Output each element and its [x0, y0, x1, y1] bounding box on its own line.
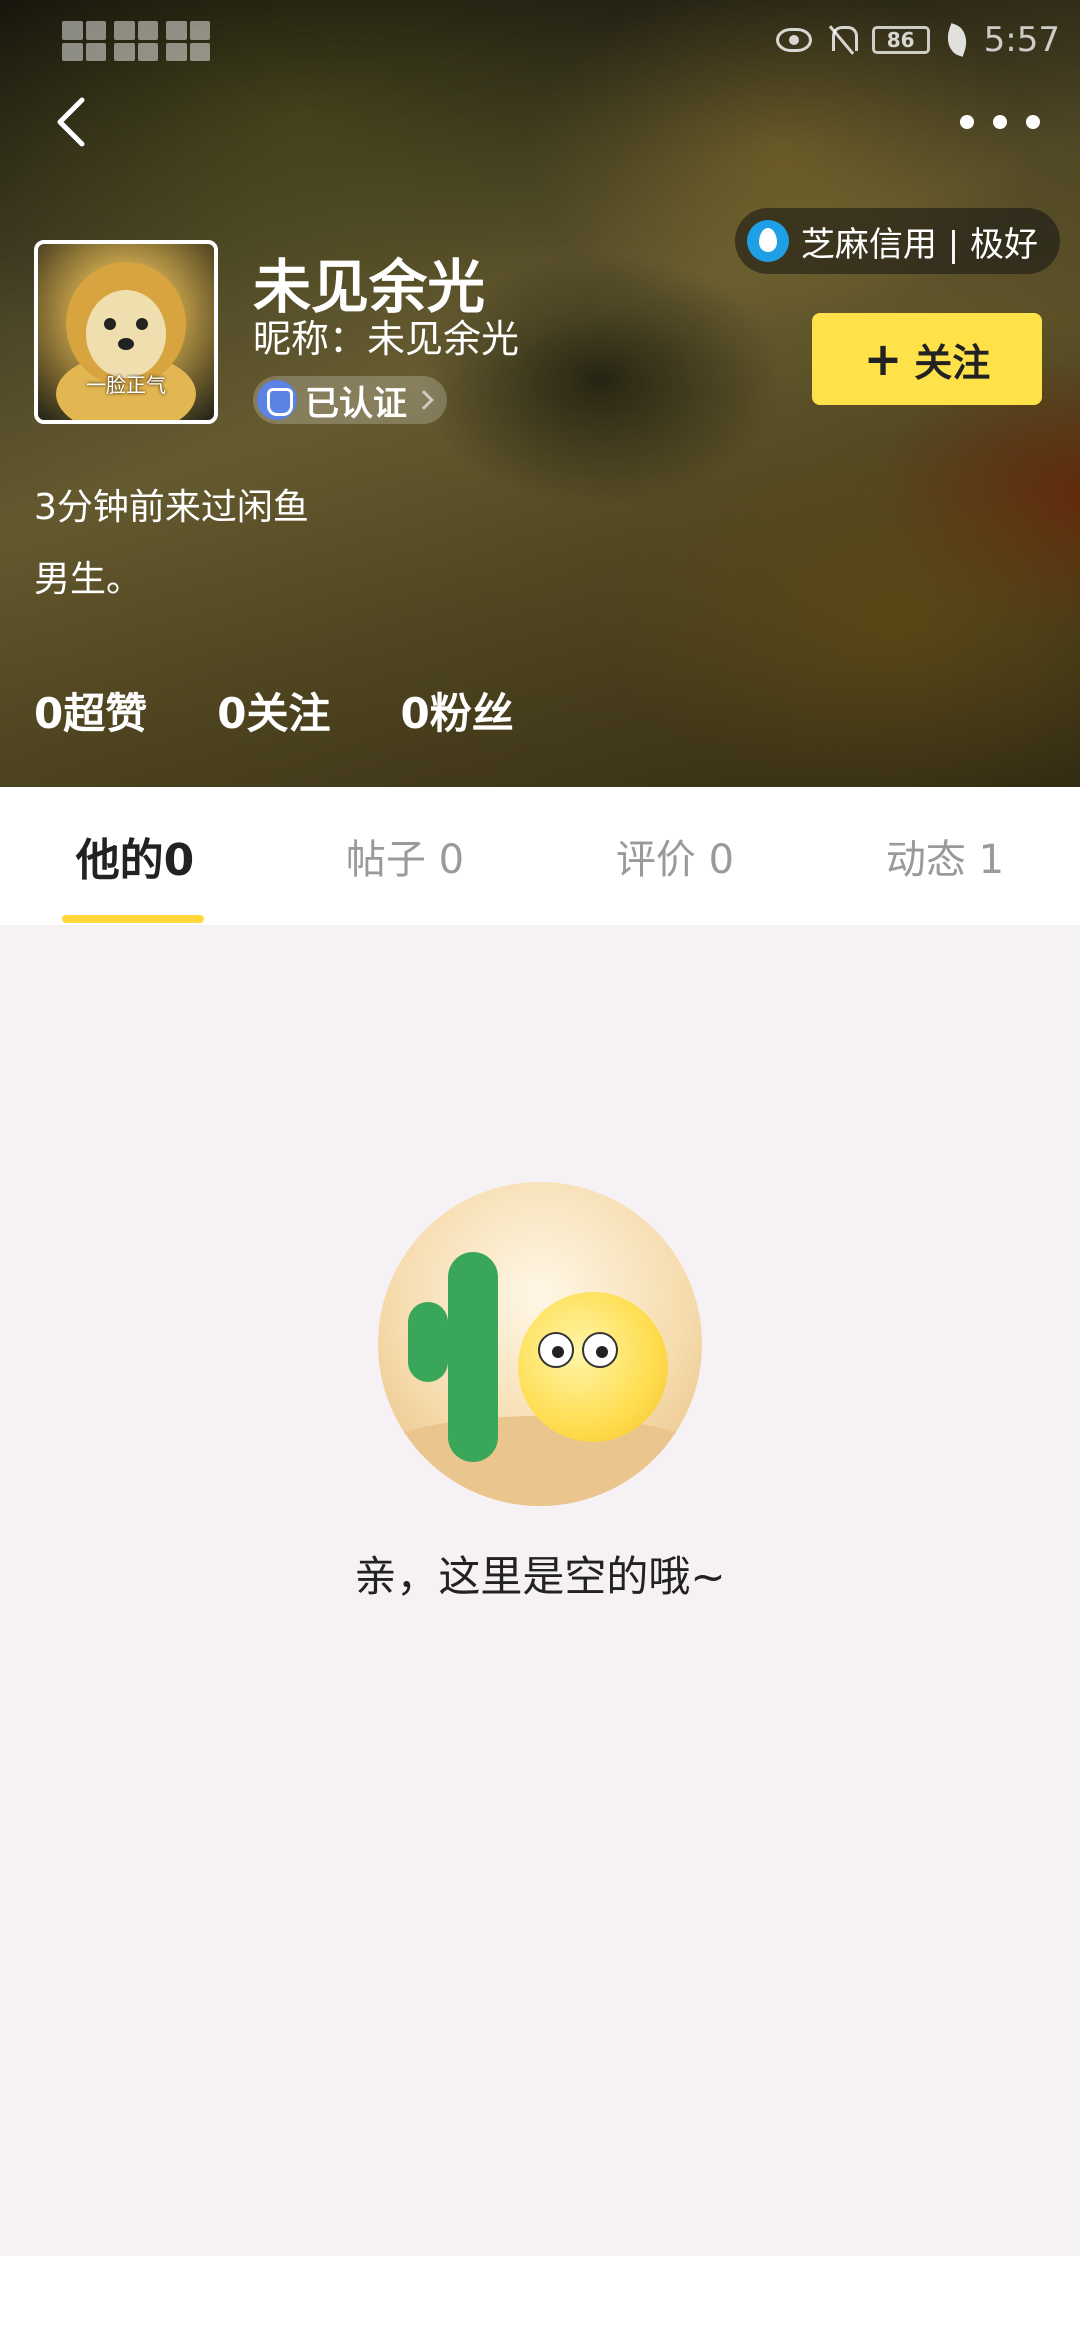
sesame-credit-pill[interactable]: 芝麻信用 | 极好	[734, 208, 1060, 274]
fish-eye-right	[582, 1332, 618, 1368]
signal-icons	[62, 16, 272, 66]
tab-reviews[interactable]: 评价 0	[540, 787, 810, 925]
tab-label: 评价 0	[615, 837, 735, 883]
stat-following[interactable]: 0关注	[217, 680, 330, 741]
tab-his-items[interactable]: 他的0	[0, 787, 270, 925]
chevron-left-icon[interactable]	[44, 92, 104, 152]
tab-label: 帖子 0	[345, 837, 465, 883]
verified-label: 已认证	[305, 383, 407, 424]
sand-shape	[378, 1416, 702, 1506]
bottom-bar	[0, 2256, 1080, 2340]
sesame-credit-icon	[746, 220, 789, 262]
profile-stats: 0超赞 0关注 0粉丝	[34, 680, 514, 741]
stat-followers[interactable]: 0粉丝	[400, 680, 513, 741]
tab-posts[interactable]: 帖子 0	[270, 787, 540, 925]
follow-button[interactable]: + 关注	[812, 313, 1042, 405]
tab-activity[interactable]: 动态 1	[810, 787, 1080, 925]
empty-state-message: 亲，这里是空的哦~	[354, 1552, 726, 1601]
fish-eye-left	[538, 1332, 574, 1368]
fish-shape	[518, 1292, 668, 1442]
avatar[interactable]: 一脸正气	[34, 240, 218, 424]
verified-badge[interactable]: 已认证	[253, 376, 447, 424]
avatar-caption: 一脸正气	[86, 373, 166, 397]
cactus-arm-shape	[408, 1302, 448, 1382]
stat-likes[interactable]: 0超赞	[34, 680, 147, 741]
verified-shield-icon	[257, 380, 297, 420]
bell-off-icon	[828, 24, 858, 56]
profile-tabs: 他的0 帖子 0 评价 0 动态 1	[0, 787, 1080, 925]
credit-label: 芝麻信用 | 极好	[800, 224, 1038, 265]
tab-indicator	[62, 915, 204, 923]
status-right: 86 5:57	[775, 14, 1060, 66]
plus-icon: +	[863, 332, 903, 386]
eye-icon	[775, 28, 812, 52]
status-bar: 86 5:57	[0, 0, 1080, 80]
status-time: 5:57	[983, 20, 1060, 60]
bio-text: 男生。	[34, 559, 143, 600]
battery-icon: 86	[871, 26, 930, 54]
wifi-icon	[166, 21, 210, 61]
tab-label: 他的0	[75, 835, 195, 886]
last-visit-text: 3分钟前来过闲鱼	[34, 487, 309, 528]
fish-cactus-illustration	[378, 1182, 702, 1506]
signal-icon	[62, 21, 106, 61]
signal-icon-2	[114, 21, 158, 61]
follow-label: 关注	[914, 340, 991, 385]
chevron-right-icon	[414, 390, 434, 410]
profile-nickname: 昵称：未见余光	[253, 317, 520, 361]
profile-header: 86 5:57 一脸正气 未见余光 昵称：未见余光 已认证 芝麻信用 | 极好	[0, 0, 1080, 787]
cactus-shape	[448, 1252, 498, 1462]
leaf-icon	[941, 23, 972, 57]
more-horizontal-icon[interactable]	[960, 100, 1040, 144]
tab-label: 动态 1	[885, 837, 1005, 883]
